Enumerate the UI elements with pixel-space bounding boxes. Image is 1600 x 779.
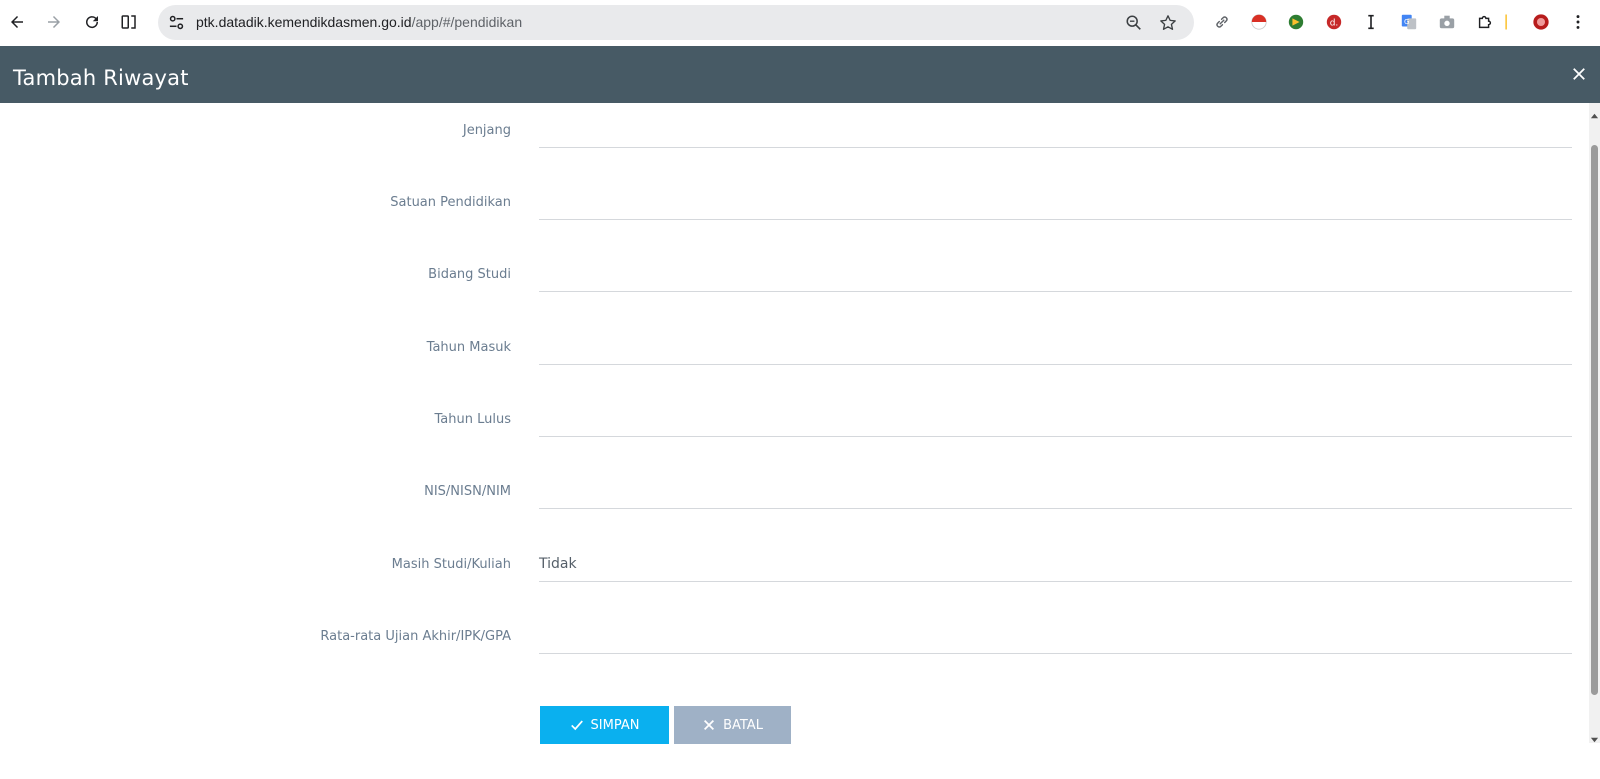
- form-row-bidang-studi: Bidang Studi: [0, 247, 1590, 319]
- form-row-masih-studi: Masih Studi/Kuliah Tidak: [0, 537, 1590, 609]
- masih-studi-field[interactable]: Tidak: [539, 550, 1572, 582]
- field-label: Tahun Masuk: [426, 340, 511, 355]
- scrollbar[interactable]: [1589, 103, 1600, 743]
- form-row-satuan-pendidikan: Satuan Pendidikan: [0, 175, 1590, 247]
- form-row-nis-nisn-nim: NIS/NISN/NIM: [0, 464, 1590, 536]
- field-label: Satuan Pendidikan: [390, 195, 511, 210]
- modal-header: Tambah Riwayat: [0, 46, 1600, 103]
- d-extension-icon[interactable]: d.: [1323, 11, 1345, 33]
- close-x-icon: [704, 720, 715, 730]
- back-icon[interactable]: [5, 10, 29, 34]
- translate-icon[interactable]: G: [1398, 11, 1420, 33]
- save-button[interactable]: SIMPAN: [540, 706, 669, 744]
- field-label: NIS/NISN/NIM: [424, 484, 511, 499]
- field-label: Tahun Lulus: [434, 412, 511, 427]
- check-icon: [570, 720, 583, 731]
- menu-icon[interactable]: [1567, 11, 1589, 33]
- svg-text:d.: d.: [1330, 19, 1339, 29]
- field-label: Jenjang: [462, 123, 511, 138]
- separator-icon: [1504, 11, 1508, 33]
- split-view-icon[interactable]: [117, 10, 141, 34]
- field-label: Rata-rata Ujian Akhir/IPK/GPA: [320, 629, 511, 644]
- field-label: Bidang Studi: [428, 267, 511, 282]
- rata-rata-field[interactable]: [539, 622, 1572, 654]
- browser-toolbar: ptk.datadik.kemendikdasmen.go.id/app/#/p…: [0, 0, 1600, 46]
- cancel-label: BATAL: [723, 717, 763, 733]
- cancel-button[interactable]: BATAL: [674, 706, 791, 744]
- bidang-studi-field[interactable]: [539, 260, 1572, 292]
- tahun-lulus-field[interactable]: [539, 405, 1572, 437]
- field-label: Masih Studi/Kuliah: [391, 557, 511, 572]
- link-icon[interactable]: [1211, 11, 1233, 33]
- scroll-up-arrow-icon[interactable]: [1590, 108, 1599, 119]
- form-row-jenjang: Jenjang: [0, 103, 1590, 175]
- nis-nisn-nim-field[interactable]: [539, 477, 1572, 509]
- site-info-icon[interactable]: [168, 14, 185, 31]
- url-host: ptk.datadik.kemendikdasmen.go.id: [196, 14, 412, 30]
- reload-icon[interactable]: [80, 10, 104, 34]
- scroll-down-arrow-icon[interactable]: [1590, 731, 1599, 743]
- flag-extension-icon[interactable]: [1248, 11, 1270, 33]
- satuan-pendidikan-field[interactable]: [539, 188, 1572, 220]
- url-text[interactable]: ptk.datadik.kemendikdasmen.go.id/app/#/p…: [196, 14, 522, 30]
- extensions-puzzle-icon[interactable]: [1474, 11, 1496, 33]
- riwayat-form: Jenjang Satuan Pendidikan Bidang Studi T…: [0, 103, 1590, 779]
- form-row-tahun-masuk: Tahun Masuk: [0, 320, 1590, 392]
- tahun-masuk-field[interactable]: [539, 333, 1572, 365]
- text-cursor-icon[interactable]: [1360, 11, 1382, 33]
- bookmark-star-icon[interactable]: [1158, 13, 1178, 33]
- camera-icon[interactable]: [1436, 11, 1458, 33]
- save-label: SIMPAN: [590, 717, 640, 733]
- idm-extension-icon[interactable]: [1285, 11, 1307, 33]
- profile-icon[interactable]: [1530, 11, 1552, 33]
- address-bar[interactable]: ptk.datadik.kemendikdasmen.go.id/app/#/p…: [158, 5, 1194, 40]
- svg-text:G: G: [1404, 17, 1410, 26]
- form-row-rata-rata: Rata-rata Ujian Akhir/IPK/GPA: [0, 609, 1590, 681]
- jenjang-field[interactable]: [539, 116, 1572, 148]
- close-icon[interactable]: [1568, 63, 1590, 85]
- zoom-icon[interactable]: [1124, 13, 1144, 33]
- form-row-tahun-lulus: Tahun Lulus: [0, 392, 1590, 464]
- url-path: /app/#/pendidikan: [411, 14, 523, 30]
- forward-icon[interactable]: [42, 10, 66, 34]
- scroll-thumb[interactable]: [1591, 145, 1598, 695]
- modal-title: Tambah Riwayat: [13, 66, 189, 90]
